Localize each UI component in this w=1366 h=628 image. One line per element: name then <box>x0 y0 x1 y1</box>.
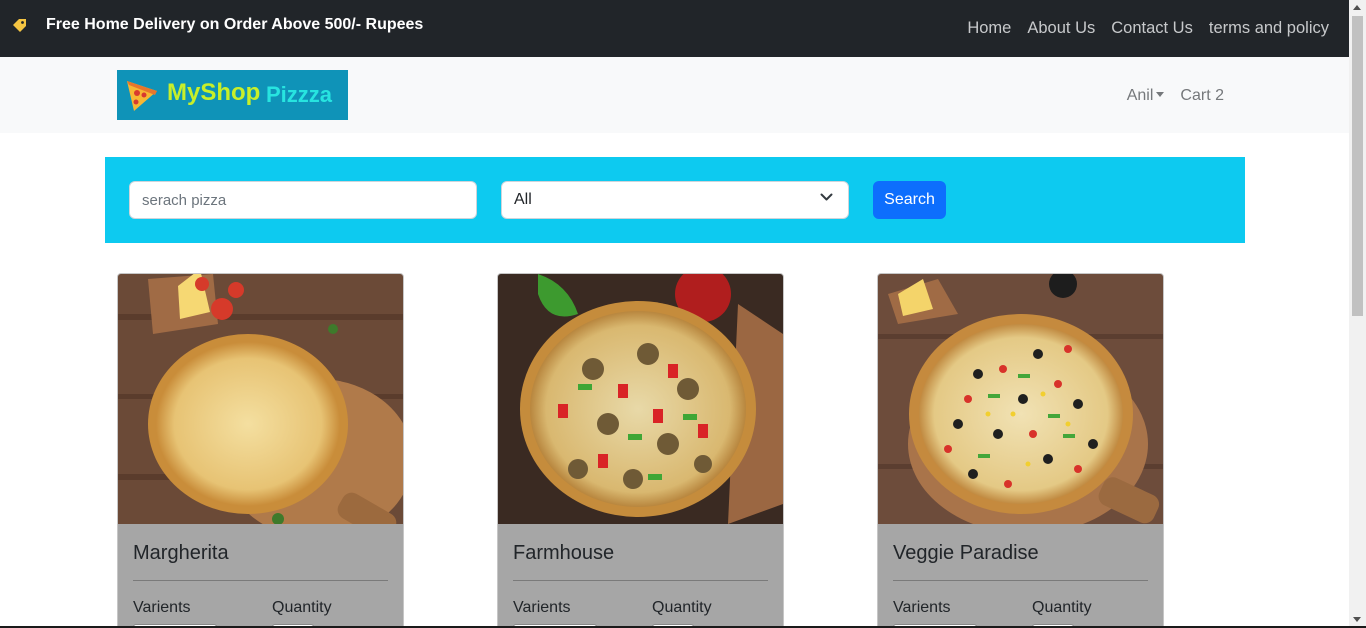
divider <box>133 580 388 581</box>
divider <box>513 580 768 581</box>
logo-word-pizza: Pizzza <box>266 82 333 107</box>
user-name: Anil <box>1126 87 1154 104</box>
category-selected-value: All <box>514 191 532 208</box>
category-select[interactable]: All <box>501 181 849 219</box>
top-nav: Home About Us Contact Us terms and polic… <box>967 19 1329 38</box>
user-nav: Anil Cart 2 <box>1127 87 1224 105</box>
shop-logo[interactable]: MyShop Pizzza <box>117 70 348 120</box>
scroll-down-arrow-icon[interactable] <box>1353 617 1361 622</box>
varients-label: Varients <box>513 599 571 616</box>
quantity-label: Quantity <box>272 599 332 616</box>
product-image[interactable] <box>878 274 1163 524</box>
nav-contact-link[interactable]: Contact Us <box>1111 19 1193 38</box>
product-name: Farmhouse <box>513 542 615 564</box>
page: Free Home Delivery on Order Above 500/- … <box>0 0 1349 628</box>
scroll-up-arrow-icon[interactable] <box>1353 5 1361 10</box>
product-name: Margherita <box>133 542 229 564</box>
nav-about-link[interactable]: About Us <box>1027 19 1095 38</box>
scrollbar-thumb[interactable] <box>1352 16 1363 316</box>
quantity-label: Quantity <box>1032 599 1092 616</box>
product-card: Margherita Varients Quantity <box>117 273 404 628</box>
nav-home-link[interactable]: Home <box>967 19 1011 38</box>
top-bar: Free Home Delivery on Order Above 500/- … <box>0 0 1349 57</box>
product-card: Veggie Paradise Varients Quantity <box>877 273 1164 628</box>
search-input[interactable] <box>129 181 477 219</box>
product-name: Veggie Paradise <box>893 542 1039 564</box>
vertical-scrollbar[interactable] <box>1349 0 1366 628</box>
search-button[interactable]: Search <box>873 181 946 219</box>
header: MyShop Pizzza Anil Cart 2 <box>0 57 1349 133</box>
pizza-slice-icon <box>127 81 157 111</box>
price-tag-icon <box>13 19 26 32</box>
promo-text: Free Home Delivery on Order Above 500/- … <box>46 16 424 33</box>
product-card: Farmhouse Varients Quantity <box>497 273 784 628</box>
quantity-label: Quantity <box>652 599 712 616</box>
product-image[interactable] <box>498 274 783 524</box>
caret-down-icon <box>1156 92 1165 97</box>
nav-terms-link[interactable]: terms and policy <box>1209 19 1329 38</box>
chevron-down-icon <box>820 193 833 201</box>
logo-word-myshop: MyShop <box>167 79 261 106</box>
cart-link[interactable]: Cart 2 <box>1180 87 1224 105</box>
divider <box>893 580 1148 581</box>
product-image[interactable] <box>118 274 403 524</box>
varients-label: Varients <box>133 599 191 616</box>
user-menu-dropdown[interactable]: Anil <box>1127 87 1165 105</box>
search-panel: All Search <box>105 157 1245 243</box>
varients-label: Varients <box>893 599 951 616</box>
